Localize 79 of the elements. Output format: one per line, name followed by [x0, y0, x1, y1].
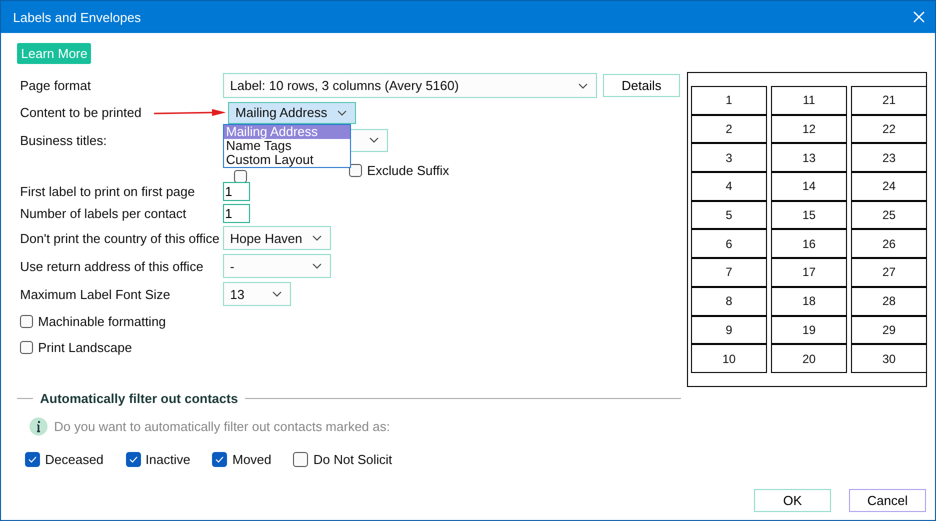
label-cell: 24: [851, 172, 927, 201]
check-icon: [28, 456, 37, 463]
check-icon: [128, 456, 138, 463]
checkbox[interactable]: [212, 452, 228, 467]
label-cell: 29: [851, 316, 927, 344]
input-field[interactable]: 1: [223, 204, 250, 222]
dropdown-option[interactable]: Custom Layout: [224, 153, 350, 167]
field-label: Content to be printed: [20, 105, 142, 120]
label-cell: 9: [691, 316, 767, 344]
field-label: Number of labels per contact: [20, 206, 188, 220]
chevron-down-icon: [272, 291, 282, 297]
checkbox[interactable]: [349, 164, 362, 177]
chevron-down-icon: [369, 137, 379, 143]
info-text: Do you want to automatically filter out contacts marked as:: [54, 419, 390, 434]
label-cell: 27: [851, 258, 927, 287]
checkbox[interactable]: [20, 314, 33, 328]
label-cell: 23: [851, 143, 927, 172]
field-label: Don't print the country of this office: [20, 230, 221, 246]
input-field[interactable]: 1: [223, 182, 250, 201]
cancel-button[interactable]: Cancel: [849, 489, 926, 512]
label-cell: 16: [771, 229, 847, 258]
label-cell: 1: [691, 86, 767, 115]
label-cell: 3: [691, 143, 767, 172]
label-cell: 22: [851, 114, 927, 144]
label-cell: 5: [691, 200, 767, 230]
label-cell: 17: [771, 258, 847, 287]
label-cell: 25: [851, 200, 927, 230]
label-cell: 15: [771, 200, 847, 230]
chevron-down-icon: [312, 235, 322, 241]
checkbox-label: Deceased: [45, 452, 104, 467]
office-dropdown[interactable]: -: [223, 254, 331, 278]
checkbox-label: Print Landscape: [38, 340, 132, 354]
chevron-down-icon: [578, 82, 588, 88]
checkbox[interactable]: [234, 170, 247, 183]
checkbox[interactable]: [126, 452, 141, 467]
field-label: First label to print on first page: [20, 184, 196, 199]
chevron-down-icon: [337, 110, 348, 116]
label-cell: 30: [851, 344, 927, 373]
label-cell: 13: [771, 143, 847, 172]
checkbox[interactable]: [20, 340, 33, 354]
label-cell: 12: [771, 114, 847, 144]
details-button[interactable]: Details: [603, 74, 680, 97]
checkbox-label: Exclude Suffix: [367, 163, 450, 178]
info-icon: [29, 417, 48, 436]
office-dropdown[interactable]: Hope Haven: [223, 226, 331, 250]
section-title: Automatically filter out contacts: [40, 390, 238, 406]
checkbox[interactable]: [25, 452, 40, 467]
label-cell: 21: [851, 86, 927, 115]
window-title: Labels and Envelopes: [13, 10, 141, 24]
label-cell: 11: [771, 86, 847, 115]
label-cell: 18: [771, 286, 847, 316]
checkbox-label: Moved: [232, 452, 272, 467]
label-cell: 19: [771, 316, 847, 344]
label-cell: 10: [691, 344, 767, 373]
label-cell: 26: [851, 229, 927, 258]
label-cell: 28: [851, 286, 927, 316]
dropdown-option[interactable]: Name Tags: [224, 139, 350, 153]
checkbox-label: Machinable formatting: [38, 314, 166, 328]
close-icon[interactable]: [913, 11, 925, 23]
checkbox[interactable]: [293, 452, 308, 467]
label-cell: 2: [691, 114, 767, 144]
field-label: Maximum Label Font Size: [20, 286, 172, 302]
label-cell: 6: [691, 229, 767, 258]
font-size-dropdown[interactable]: 13: [223, 282, 291, 306]
field-label: Business titles:: [20, 132, 108, 148]
checkbox-label: Inactive: [146, 452, 190, 467]
chevron-down-icon: [312, 263, 322, 269]
check-icon: [215, 456, 224, 463]
field-label: Use return address of this office: [20, 258, 204, 274]
label-cell: 4: [691, 172, 767, 201]
label-cell: 20: [771, 344, 847, 373]
label-cell: 8: [691, 286, 767, 316]
field-label: Page format: [20, 78, 92, 93]
label-cell: 14: [771, 172, 847, 201]
label-cell: 7: [691, 258, 767, 287]
content-dropdown[interactable]: Mailing Address: [228, 102, 356, 124]
checkbox-label: Do Not Solicit: [313, 452, 392, 467]
ok-button[interactable]: OK: [754, 489, 831, 512]
page-format-dropdown[interactable]: Label: 10 rows, 3 columns (Avery 5160): [223, 73, 597, 98]
